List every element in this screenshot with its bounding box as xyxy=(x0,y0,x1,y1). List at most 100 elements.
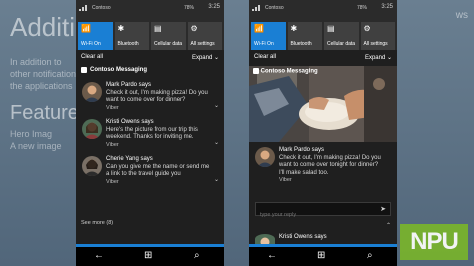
bluetooth-tile[interactable]: ✱ Bluetooth xyxy=(114,22,149,50)
notification-sender: Kristi Owens says xyxy=(279,234,327,240)
wifi-icon: 📶 xyxy=(81,24,91,33)
avatar xyxy=(82,156,102,176)
notification-app: Viber xyxy=(106,178,119,185)
bluetooth-tile[interactable]: ✱ Bluetooth xyxy=(287,22,322,50)
chevron-down-icon[interactable]: ⌄ xyxy=(214,177,219,185)
npu-logo-text: NPU xyxy=(410,228,459,255)
notification-item[interactable]: Kristi Owens says Here's the picture fro… xyxy=(76,119,224,149)
chevron-down-icon: ⌄ xyxy=(213,55,219,61)
tile-label: Wi-Fi On xyxy=(81,41,101,47)
settings-tile[interactable]: ⚙ All settings xyxy=(187,22,222,50)
reply-box: ➤ xyxy=(255,202,391,221)
slide-sub-1: Hero Imag xyxy=(10,129,53,139)
notification-sender: Mark Pardo says xyxy=(106,82,152,88)
clear-all-link[interactable]: Clear all xyxy=(81,54,103,60)
tile-label: Cellular data xyxy=(327,41,356,47)
notification-item[interactable]: Cherie Yang says Can you give me the nam… xyxy=(76,156,224,186)
tile-label: Wi-Fi On xyxy=(254,41,274,47)
avatar xyxy=(255,147,275,167)
notification-app: Viber xyxy=(279,177,292,183)
app-name: Contoso Messaging xyxy=(90,67,148,73)
app-group-header: Contoso Messaging xyxy=(76,64,224,76)
slide-right-fragment: ws xyxy=(455,10,468,21)
cellular-icon: ▤ xyxy=(327,24,335,33)
messaging-app-icon xyxy=(253,68,259,74)
expand-link[interactable]: Expand ⌄ xyxy=(365,54,392,61)
chevron-down-icon[interactable]: ⌄ xyxy=(214,103,219,111)
wifi-tile[interactable]: 📶 Wi-Fi On xyxy=(78,22,113,50)
notification-sender: Kristi Owens says xyxy=(106,119,154,125)
notification-item[interactable]: Mark Pardo says Check it out, I'm making… xyxy=(76,82,224,112)
slide-text-1: In addition to xyxy=(10,57,62,67)
see-more-link[interactable]: See more (8) xyxy=(81,220,113,226)
avatar xyxy=(82,119,102,139)
slide-text-3: the applications xyxy=(10,81,73,91)
search-icon[interactable]: ⌕ xyxy=(367,251,373,261)
reply-input[interactable] xyxy=(256,209,376,221)
tile-label: All settings xyxy=(190,41,215,47)
action-row: Clear all Expand ⌄ xyxy=(249,50,397,64)
back-icon[interactable]: ← xyxy=(94,251,104,261)
hero-image: Contoso Messaging xyxy=(249,66,397,142)
send-icon[interactable]: ➤ xyxy=(380,205,386,213)
back-icon[interactable]: ← xyxy=(267,251,277,261)
notification-message: Here's the picture from our trip this we… xyxy=(106,126,198,141)
carrier-name: Contoso xyxy=(92,5,111,11)
nav-bar: ← ⊞ ⌕ xyxy=(249,244,397,266)
slide-sub-2: A new image xyxy=(10,141,62,151)
chevron-down-icon[interactable]: ⌄ xyxy=(214,140,219,148)
windows-icon[interactable]: ⊞ xyxy=(317,251,325,261)
action-center-handle[interactable] xyxy=(76,244,224,247)
notification-item[interactable]: Kristi Owens says xyxy=(249,234,397,244)
signal-icon xyxy=(252,4,262,11)
quick-actions: 📶 Wi-Fi On ✱ Bluetooth ▤ Cellular data ⚙… xyxy=(76,22,224,50)
notification-message: Check it out, I'm making pizza! Do you w… xyxy=(279,154,381,176)
expanded-notification[interactable]: Mark Pardo says Check it out, I'm making… xyxy=(249,147,397,185)
carrier-name: Contoso xyxy=(265,5,284,11)
chevron-down-icon: ⌄ xyxy=(386,55,392,61)
search-icon[interactable]: ⌕ xyxy=(194,251,200,261)
wifi-icon: 📶 xyxy=(254,24,264,33)
expand-label: Expand xyxy=(364,55,386,61)
gear-icon: ⚙ xyxy=(190,24,198,33)
notification-message: Check it out, I'm making pizza! Do you w… xyxy=(106,89,208,104)
app-name: Contoso Messaging xyxy=(260,68,318,75)
action-row: Clear all Expand ⌄ xyxy=(76,50,224,64)
status-bar: Contoso 78% 3:25 xyxy=(249,0,397,22)
phone-right: Contoso 78% 3:25 📶 Wi-Fi On ✱ Bluetooth … xyxy=(249,0,397,266)
cellular-tile[interactable]: ▤ Cellular data xyxy=(324,22,359,50)
clock: 3:25 xyxy=(208,4,220,10)
slide-text-2: other notification xyxy=(10,69,77,79)
notification-app: Viber xyxy=(106,141,119,148)
battery-level: 78% xyxy=(183,5,194,11)
gear-icon: ⚙ xyxy=(363,24,371,33)
notification-app: Viber xyxy=(106,104,119,111)
notification-sender: Cherie Yang says xyxy=(106,156,153,162)
signal-icon xyxy=(79,4,89,11)
npu-logo: NPU xyxy=(400,224,468,260)
avatar xyxy=(82,82,102,102)
status-bar: Contoso 78% 3:25 xyxy=(76,0,224,22)
tile-label: Bluetooth xyxy=(290,41,312,47)
bluetooth-icon: ✱ xyxy=(290,24,298,33)
tile-label: Bluetooth xyxy=(117,41,139,47)
action-center-handle[interactable] xyxy=(249,244,397,247)
windows-icon[interactable]: ⊞ xyxy=(144,251,152,261)
notification-sender: Mark Pardo says xyxy=(279,147,325,153)
nav-bar: ← ⊞ ⌕ xyxy=(76,244,224,266)
cellular-icon: ▤ xyxy=(154,24,162,33)
notification-message: Can you give me the name or send me a li… xyxy=(106,163,210,178)
messaging-app-icon xyxy=(81,67,87,73)
app-group-header: Contoso Messaging xyxy=(253,68,318,75)
expand-label: Expand xyxy=(191,55,213,61)
quick-actions: 📶 Wi-Fi On ✱ Bluetooth ▤ Cellular data ⚙… xyxy=(249,22,397,50)
clock: 3:25 xyxy=(381,4,393,10)
avatar xyxy=(255,234,275,244)
clear-all-link[interactable]: Clear all xyxy=(254,54,276,60)
settings-tile[interactable]: ⚙ All settings xyxy=(360,22,395,50)
cellular-tile[interactable]: ▤ Cellular data xyxy=(151,22,186,50)
wifi-tile[interactable]: 📶 Wi-Fi On xyxy=(251,22,286,50)
bluetooth-icon: ✱ xyxy=(117,24,125,33)
chevron-up-icon[interactable]: ⌃ xyxy=(386,222,391,229)
expand-link[interactable]: Expand ⌄ xyxy=(192,54,219,61)
